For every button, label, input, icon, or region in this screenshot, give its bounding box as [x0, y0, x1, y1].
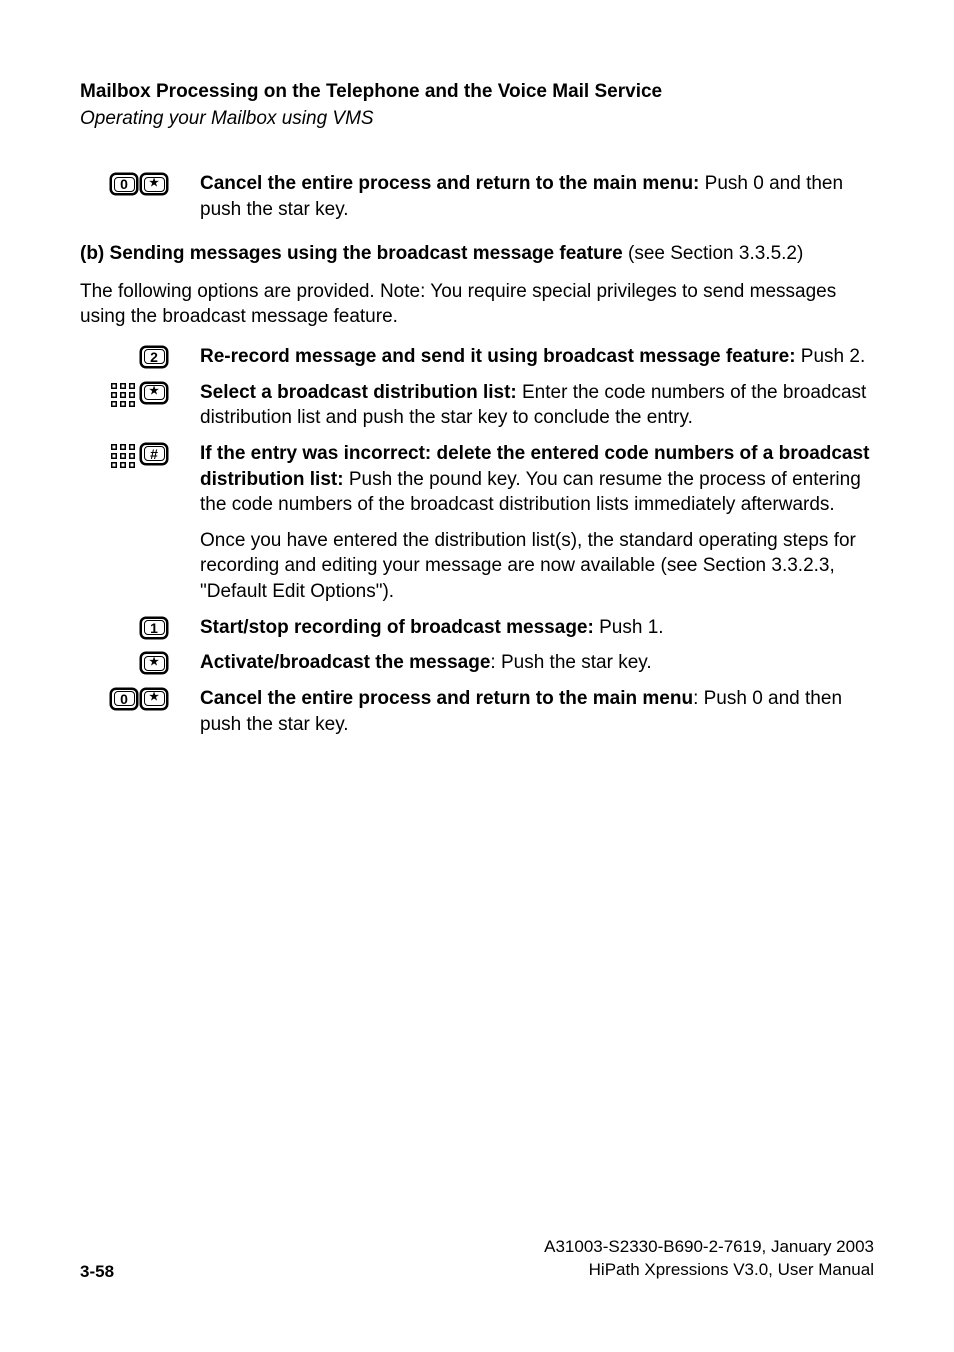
instruction-row: 0★ Cancel the entire process and return t…: [80, 171, 874, 222]
row-icon-col-1: 0: [80, 686, 140, 710]
instruction-row: 1 Start/stop recording of broadcast messa…: [80, 615, 874, 641]
key-0-icon: 0: [110, 688, 138, 710]
row-icon-col-1: [80, 380, 140, 413]
keypad-icon: [110, 382, 136, 413]
instruction-row: 0★ Cancel the entire process and return t…: [80, 686, 874, 737]
row-bold-text: Cancel the entire process and return to …: [200, 688, 693, 709]
row-rest-text: : Push the star key.: [490, 652, 651, 673]
row-bold-text: Select a broadcast distribution list:: [200, 382, 517, 403]
row-bold-text: Re-record message and send it using broa…: [200, 346, 796, 367]
key-0-icon: 0: [110, 173, 138, 195]
key-2-icon: 2: [140, 346, 168, 368]
key-star-icon: ★: [140, 382, 168, 404]
row-icon-col-1: [80, 441, 140, 474]
row-text: Select a broadcast distribution list: En…: [200, 380, 874, 431]
row-icon-col-2: 2: [140, 344, 200, 368]
row-bold-text: Start/stop recording of broadcast messag…: [200, 617, 594, 638]
row-text: Cancel the entire process and return to …: [200, 686, 874, 737]
row-icon-col-1: [80, 650, 140, 652]
row-bold-text: Cancel the entire process and return to …: [200, 173, 699, 194]
row-icon-col-1: [80, 344, 140, 346]
row-text: If the entry was incorrect: delete the e…: [200, 441, 874, 518]
row-icon-col-2: ★: [140, 171, 200, 195]
row-text: Cancel the entire process and return to …: [200, 171, 874, 222]
row-rest-text: Push 1.: [594, 617, 664, 638]
instruction-row: # If the entry was incorrect: delete the …: [80, 441, 874, 518]
instruction-row: 2 Re-record message and send it using bro…: [80, 344, 874, 370]
row-icon-col-1: 0: [80, 171, 140, 195]
row-text: Re-record message and send it using broa…: [200, 344, 874, 370]
footer-docname: HiPath Xpressions V3.0, User Manual: [544, 1259, 874, 1282]
key-hash-icon: #: [140, 443, 168, 465]
page-footer: 3-58 A31003-S2330-B690-2-7619, January 2…: [80, 1236, 874, 1282]
subheading: (b) Sending messages using the broadcast…: [80, 243, 874, 265]
row-icon-col-2: ★: [140, 686, 200, 710]
page-header-title: Mailbox Processing on the Telephone and …: [80, 80, 874, 105]
row-icon-col-1: [80, 615, 140, 617]
footer-page-number: 3-58: [80, 1262, 114, 1282]
key-star-icon: ★: [140, 173, 168, 195]
keypad-icon: [110, 443, 136, 474]
row-icon-col-2: ★: [140, 650, 200, 674]
key-1-icon: 1: [140, 617, 168, 639]
key-star-icon: ★: [140, 688, 168, 710]
row-bold-text: Activate/broadcast the message: [200, 652, 490, 673]
key-star-icon: ★: [140, 652, 168, 674]
subheading-bold: (b) Sending messages using the broadcast…: [80, 243, 623, 264]
page-header-subtitle: Operating your Mailbox using VMS: [80, 107, 874, 132]
instruction-row: ★ Select a broadcast distribution list: E…: [80, 380, 874, 431]
row-icon-col-2: 1: [140, 615, 200, 639]
extra-paragraph: Once you have entered the distribution l…: [200, 528, 874, 605]
row-icon-col-2: #: [140, 441, 200, 465]
intro-paragraph: The following options are provided. Note…: [80, 279, 874, 330]
row-icon-col-2: ★: [140, 380, 200, 404]
footer-docid: A31003-S2330-B690-2-7619, January 2003: [544, 1236, 874, 1259]
instruction-row: ★ Activate/broadcast the message: Push th…: [80, 650, 874, 676]
subheading-rest: (see Section 3.3.5.2): [623, 243, 804, 264]
row-rest-text: Push 2.: [796, 346, 866, 367]
row-text: Activate/broadcast the message: Push the…: [200, 650, 874, 676]
row-text: Start/stop recording of broadcast messag…: [200, 615, 874, 641]
